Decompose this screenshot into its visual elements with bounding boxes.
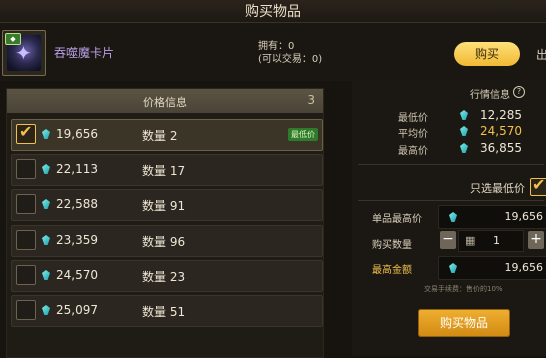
gem-icon bbox=[42, 199, 50, 209]
only-lowest-checkbox[interactable]: ✔ bbox=[530, 178, 546, 196]
quantity-input[interactable]: ▦ 1 bbox=[458, 230, 524, 252]
increase-quantity-button[interactable]: + bbox=[528, 231, 544, 249]
help-icon[interactable]: ? bbox=[513, 86, 525, 98]
only-lowest-label: 只选最低价 bbox=[470, 182, 525, 195]
gem-icon bbox=[42, 270, 50, 280]
row-checkbox[interactable] bbox=[16, 159, 36, 179]
window-titlebar: 购买物品 bbox=[0, 0, 546, 23]
price-row[interactable]: 25,097 数量 51 bbox=[11, 295, 323, 327]
quantity-value: 1 bbox=[493, 234, 500, 247]
row-checkbox[interactable] bbox=[16, 194, 36, 214]
row-checkbox[interactable] bbox=[16, 300, 36, 320]
average-price-stat: 平均价 24,570 bbox=[398, 124, 522, 140]
row-price: 22,113 bbox=[56, 162, 98, 176]
row-quantity: 数量 2 bbox=[142, 129, 178, 143]
gem-icon bbox=[449, 263, 457, 273]
gem-icon bbox=[42, 164, 50, 174]
row-quantity: 数量 23 bbox=[142, 270, 186, 284]
stat-value: 24,570 bbox=[480, 124, 522, 138]
row-checkbox[interactable] bbox=[16, 265, 36, 285]
price-list-panel: 价格信息 3 ✔ 19,656 数量 2 最低价 22,113 数量 17 22… bbox=[6, 88, 324, 358]
owned-text: 拥有：0 bbox=[258, 41, 295, 52]
stat-value: 12,285 bbox=[480, 108, 522, 122]
fee-note: 交易手续费：售价的10% bbox=[424, 285, 503, 293]
unit-max-price-input[interactable]: 19,656 bbox=[438, 205, 546, 229]
unit-max-price-value: 19,656 bbox=[504, 210, 544, 223]
row-price: 22,588 bbox=[56, 197, 98, 211]
divider bbox=[358, 200, 544, 201]
tradable-text: (可以交易：0) bbox=[258, 54, 323, 65]
check-icon: ✔ bbox=[532, 178, 546, 194]
decrease-quantity-button[interactable]: − bbox=[440, 231, 456, 249]
tab-sell[interactable]: 出售 bbox=[536, 46, 546, 63]
buy-item-button[interactable]: 购买物品 bbox=[418, 309, 510, 337]
row-quantity: 数量 51 bbox=[142, 305, 186, 319]
check-icon: ✔ bbox=[19, 122, 33, 141]
lowest-price-stat: 最低价 12,285 bbox=[398, 108, 522, 124]
divider bbox=[358, 164, 544, 165]
calculator-icon[interactable]: ▦ bbox=[465, 234, 475, 247]
window-title: 购买物品 bbox=[245, 4, 301, 20]
max-total-value: 19,656 bbox=[504, 261, 544, 274]
row-checkbox[interactable] bbox=[16, 230, 36, 250]
row-price: 19,656 bbox=[56, 127, 98, 141]
row-checkbox[interactable]: ✔ bbox=[16, 122, 36, 144]
price-row[interactable]: 22,113 数量 17 bbox=[11, 154, 323, 186]
stat-value: 36,855 bbox=[480, 141, 522, 155]
lowest-price-badge: 最低价 bbox=[288, 128, 318, 141]
stat-label: 最高价 bbox=[398, 146, 428, 157]
price-row[interactable]: 23,359 数量 96 bbox=[11, 225, 323, 257]
owned-count: 拥有：0 (可以交易：0) bbox=[258, 40, 322, 66]
highest-price-stat: 最高价 36,855 bbox=[398, 141, 522, 157]
card-type-badge-icon: ◆ bbox=[5, 33, 21, 45]
max-total-input[interactable]: 19,656 bbox=[438, 256, 546, 280]
row-price: 24,570 bbox=[56, 268, 98, 282]
price-row[interactable]: 22,588 数量 91 bbox=[11, 189, 323, 221]
gem-icon bbox=[449, 212, 457, 222]
quantity-label: 购买数量 bbox=[372, 240, 412, 251]
tab-buy[interactable]: 购买 bbox=[454, 42, 520, 66]
gem-icon bbox=[42, 305, 50, 315]
price-row[interactable]: ✔ 19,656 数量 2 最低价 bbox=[11, 119, 323, 151]
row-price: 23,359 bbox=[56, 233, 98, 247]
max-total-label: 最高金额 bbox=[372, 265, 412, 276]
price-list-header: 价格信息 3 bbox=[7, 89, 323, 113]
price-list-count: 3 bbox=[307, 93, 315, 107]
price-list-title: 价格信息 bbox=[143, 96, 187, 109]
market-info-title: 行情信息 bbox=[470, 90, 510, 101]
row-quantity: 数量 91 bbox=[142, 199, 186, 213]
row-price: 25,097 bbox=[56, 303, 98, 317]
item-name: 吞噬魔卡片 bbox=[54, 46, 115, 60]
item-icon-frame: ✦ ◆ bbox=[2, 30, 46, 76]
price-row[interactable]: 24,570 数量 23 bbox=[11, 260, 323, 292]
gem-icon bbox=[42, 235, 50, 245]
stat-label: 最低价 bbox=[398, 113, 428, 124]
stat-label: 平均价 bbox=[398, 129, 428, 140]
row-quantity: 数量 17 bbox=[142, 164, 186, 178]
row-quantity: 数量 96 bbox=[142, 235, 186, 249]
unit-max-price-label: 单品最高价 bbox=[372, 214, 422, 225]
gem-icon bbox=[42, 129, 50, 139]
